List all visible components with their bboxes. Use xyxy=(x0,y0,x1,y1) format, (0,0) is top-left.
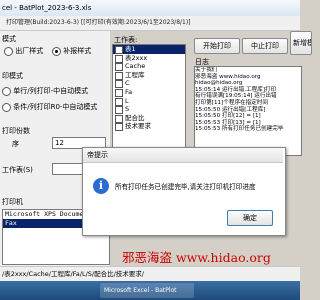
start-print-button[interactable]: 开始打印 xyxy=(194,38,240,54)
worksheet-item-label: 表1 xyxy=(125,45,136,53)
print-mode-label: 印模式 xyxy=(2,72,23,80)
log-line: 邪恶海盗 www.hidao.org xyxy=(195,73,261,80)
worksheet-item[interactable]: 技术要求 xyxy=(113,122,185,132)
log-line: 15:05:50 打印[12] = [1] xyxy=(195,113,261,120)
info-icon: i xyxy=(93,178,109,194)
worksheet-item[interactable]: Fa xyxy=(113,88,185,97)
worksheet-item[interactable]: 表1 xyxy=(113,45,185,54)
log-line: 打印第[11]个程序在指定时间 xyxy=(195,99,269,106)
worksheet-item-label: C xyxy=(125,79,130,88)
mode-option-factory-label: 出厂样式 xyxy=(15,47,44,55)
dialog-title: 帝提示 xyxy=(87,151,108,159)
radio-factory[interactable] xyxy=(4,46,13,56)
dialog-message: 所有打印任务已创建完毕,请关注打印机打印进度 xyxy=(115,183,256,191)
log-line: 15:05:53 所有打印任务已创建完毕 xyxy=(195,126,284,133)
worksheet-item-label: 工程库 xyxy=(125,70,145,79)
window-titlebar: cel - BatPlot_2023-6-3.xls xyxy=(0,0,300,17)
order-label: 序 xyxy=(12,140,19,148)
window-title: cel - BatPlot_2023-6-3.xls xyxy=(2,4,92,12)
worksheet-list[interactable]: 表1 表2xxx Cache 工程库 C Fa L S 配合比 技术要求 xyxy=(112,44,186,154)
sheet-tabs[interactable]: /表2xxx/Cache/工程库/Fa/L/S/配合比/技术要求/ xyxy=(0,266,300,281)
worksheet-checkbox[interactable] xyxy=(115,123,123,132)
info-dialog: 帝提示 i 所有打印任务已创建完毕,请关注打印机打印进度 确定 xyxy=(82,147,286,236)
worksheet-item-label: 配合比 xyxy=(125,113,145,122)
app-subtitle: 打印管理(Build:2023-6-3) [[可打印(有效期:2023/6/1至… xyxy=(6,19,191,26)
worksheet-item[interactable]: 表2xxx xyxy=(113,54,185,63)
worksheet-item-label: L xyxy=(125,96,129,105)
mode-option-supplement[interactable]: 补报样式 xyxy=(52,46,91,56)
worksheet-item[interactable]: L xyxy=(113,97,185,106)
printer-label: 打印机 xyxy=(2,198,23,206)
mode-option-factory[interactable]: 出厂样式 xyxy=(4,46,43,56)
dialog-titlebar: 帝提示 xyxy=(83,148,283,163)
print-option-conditional[interactable]: 条件/列打印R0-中自动模式 xyxy=(2,102,97,112)
worksheet-item-label: 表2xxx xyxy=(125,53,148,62)
worksheet-item-label: Fa xyxy=(125,87,133,96)
log-line: hidao@hidao.org xyxy=(195,80,243,87)
worksheet-item-label: S xyxy=(125,105,130,114)
print-option-single[interactable]: 单行/列打印-中自动模式 xyxy=(2,86,88,96)
worksheet-item[interactable]: Cache xyxy=(113,62,185,72)
mode-option-supplement-label: 补报样式 xyxy=(63,47,92,55)
worksheet-item[interactable]: 工程库 xyxy=(113,71,185,80)
app-subtitle-bar: 打印管理(Build:2023-6-3) [[可打印(有效期:2023/6/1至… xyxy=(0,16,300,31)
log-panel[interactable]: 关于我们 邪恶海盗 www.hidao.org hidao@hidao.org … xyxy=(194,66,302,156)
new-template-button[interactable]: 新增模板 xyxy=(290,31,312,55)
sheet-tabs-text[interactable]: /表2xxx/Cache/工程库/Fa/L/S/配合比/技术要求/ xyxy=(0,270,144,278)
worksheet-item-label: Cache xyxy=(125,62,146,71)
stop-print-button[interactable]: 中止打印 xyxy=(242,38,288,54)
log-line: 有行错误满[19:05:14] 运行出错 xyxy=(195,93,277,100)
taskbar: Microsoft Excel - BatPlot xyxy=(0,281,300,300)
sort-label: 工作表(S) xyxy=(2,166,33,174)
worksheet-item[interactable]: C xyxy=(113,79,185,89)
radio-supplement[interactable] xyxy=(52,46,61,56)
taskbar-item-excel[interactable]: Microsoft Excel - BatPlot xyxy=(100,283,194,298)
worksheet-item[interactable]: S xyxy=(113,105,185,115)
watermark-text: 邪恶海盗 www.hidao.org xyxy=(122,250,271,265)
radio-single[interactable] xyxy=(2,86,11,96)
log-line: 关于我们 xyxy=(195,67,218,73)
count-label: 打印份数 xyxy=(2,127,30,135)
print-option-conditional-label: 条件/列打印R0-中自动模式 xyxy=(13,103,98,111)
ok-button[interactable]: 确定 xyxy=(227,210,273,226)
worksheet-item-label: 技术要求 xyxy=(125,122,151,131)
radio-conditional[interactable] xyxy=(2,102,11,112)
print-option-single-label: 单行/列打印-中自动模式 xyxy=(13,87,89,95)
mode-group-label: 模式 xyxy=(2,35,16,43)
